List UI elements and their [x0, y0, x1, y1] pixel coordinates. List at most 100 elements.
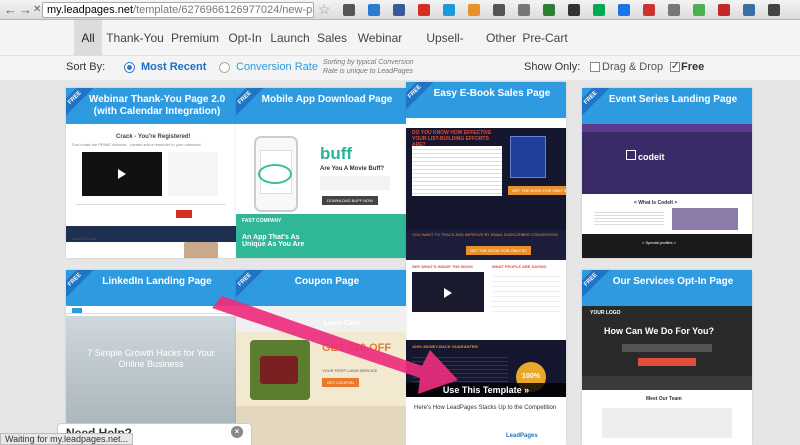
extension-icon[interactable]: [368, 4, 380, 16]
tab-thank-you[interactable]: Thank-You: [104, 20, 166, 56]
conversion-rate-radio[interactable]: [219, 62, 230, 73]
extension-icon[interactable]: [743, 4, 755, 16]
thumb-text: Lawn Care: [324, 320, 360, 327]
tab-opt-in[interactable]: Opt-In: [224, 20, 266, 56]
browser-toolbar: ← → ✕ my.leadpages.net/template/62769661…: [0, 0, 800, 20]
url-path: /template/6276966126977024/new-page/: [133, 4, 314, 16]
template-card[interactable]: Webinar Thank-You Page 2.0 (with Calenda…: [66, 88, 236, 258]
testimonials: [492, 272, 560, 312]
extension-icon[interactable]: [668, 4, 680, 16]
tab-all[interactable]: All: [74, 20, 102, 56]
extension-icon[interactable]: [643, 4, 655, 16]
extension-icon[interactable]: [468, 4, 480, 16]
template-card-title: Mobile App Download Page: [236, 88, 406, 124]
show-only-label: Show Only:: [524, 61, 581, 73]
template-card[interactable]: Our Services Opt-In Page FREE YOUR LOGO How…: [582, 270, 752, 445]
extension-icon[interactable]: [518, 4, 530, 16]
buff-ring: [258, 164, 292, 184]
extension-icon[interactable]: [343, 4, 355, 16]
close-help-icon[interactable]: ×: [231, 426, 243, 438]
calendar-box: [168, 152, 218, 196]
free-checkbox[interactable]: ✓: [670, 62, 680, 72]
extension-icon[interactable]: [693, 4, 705, 16]
preview-caption: Here's How LeadPages Stacks Up to the Co…: [414, 405, 557, 411]
free-label[interactable]: Free: [681, 61, 704, 73]
template-card[interactable]: Event Series Landing Page FREE codeit < Wha…: [582, 88, 752, 258]
template-card[interactable]: Coupon Page FREE Lawn Care GET $20 OFF YOUR …: [236, 270, 406, 445]
most-recent-option[interactable]: Most Recent: [141, 61, 206, 73]
thumb-text: SEE WHAT'S INSIDE THE BOOK: [412, 264, 474, 269]
tab-webinar[interactable]: Webinar: [352, 20, 408, 56]
template-card-title: LinkedIn Landing Page: [66, 270, 236, 306]
extension-icon[interactable]: [618, 4, 630, 16]
conversion-rate-option[interactable]: Conversion Rate: [236, 61, 318, 73]
extension-icon[interactable]: [393, 4, 405, 16]
category-filter-bar: All Thank-You Premium Opt-In Launch Sales Webi…: [0, 20, 800, 81]
thumb-text: GET COUPON: [322, 378, 359, 387]
thumb-text: Meet the host:: [72, 236, 98, 241]
extension-icon[interactable]: [493, 4, 505, 16]
code-logo: [626, 150, 636, 160]
calendar-button: [176, 210, 192, 218]
bookmark-star-icon[interactable]: ☆: [318, 1, 331, 18]
thumb-text: 100% MONEY-BACK GUARANTEE!: [412, 344, 479, 349]
top-strip: [406, 118, 566, 128]
thumb-text: < What Is CodeIt >: [634, 200, 678, 206]
tab-launch[interactable]: Launch: [268, 20, 312, 56]
template-card-title: Our Services Opt-In Page: [582, 270, 752, 306]
drag-drop-label[interactable]: Drag & Drop: [602, 61, 663, 73]
play-icon: [444, 288, 452, 298]
linkedin-header: [66, 306, 236, 314]
play-icon: [118, 169, 126, 179]
about-photo: [672, 208, 738, 230]
stop-loading-icon[interactable]: ✕: [33, 1, 41, 18]
use-this-template-button[interactable]: Use This Template »: [406, 383, 566, 397]
drag-drop-checkbox[interactable]: [590, 62, 600, 72]
thumb-text: FAST COMPANY: [242, 218, 282, 224]
special-band: [582, 234, 752, 258]
thumb-text: Are You A Movie Buff?: [320, 166, 385, 172]
tab-other[interactable]: Other: [482, 20, 520, 56]
thumb-text: GET $20 OFF: [322, 342, 392, 354]
thumb-text: codeit: [638, 152, 665, 162]
thumb-text: YOU WANT TO TRACK AND IMPROVE BY EMAIL S…: [412, 232, 558, 237]
thumb-text: YOUR FIRST LAWN SERVICE: [322, 368, 378, 373]
team-row: [602, 408, 732, 438]
tab-upsell-bonus[interactable]: Upsell-Bonus: [410, 20, 480, 81]
thumb-text: WHAT PEOPLE ARE SAYING: [492, 264, 547, 269]
thumb-text: Crack - You're Registered!: [116, 134, 191, 140]
template-thumbnail: buff Are You A Movie Buff? DOWNLOAD BUFF N…: [236, 124, 406, 258]
thumb-text: GET THE BOOK FOR ONLY $7: [508, 186, 566, 195]
template-card[interactable]: LinkedIn Landing Page FREE 7 Simple Growth…: [66, 270, 236, 445]
thumb-text: How Can We Do For You?: [604, 326, 714, 336]
extension-icon[interactable]: [718, 4, 730, 16]
tab-premium[interactable]: Premium: [168, 20, 222, 56]
address-bar[interactable]: my.leadpages.net/template/62769661269770…: [42, 2, 314, 18]
back-arrow-icon[interactable]: ←: [4, 1, 17, 18]
host-photo: [184, 242, 218, 258]
tab-pre-cart[interactable]: Pre-Cart: [522, 20, 568, 56]
extension-icon[interactable]: [568, 4, 580, 16]
most-recent-radio[interactable]: [124, 62, 135, 73]
template-card[interactable]: Mobile App Download Page FREE buff Are You …: [236, 88, 406, 258]
preview-brand: LeadPages: [506, 433, 538, 439]
forward-arrow-icon[interactable]: →: [19, 1, 32, 18]
hero-button: [638, 358, 696, 366]
extension-icon[interactable]: [418, 4, 430, 16]
template-card-title: Event Series Landing Page: [582, 88, 752, 124]
sort-note: Sorting by typical Conversion Rate is un…: [323, 59, 414, 75]
coupon-header: [236, 306, 406, 332]
tab-sales[interactable]: Sales: [314, 20, 350, 56]
sort-bar: Sort By: Most Recent Conversion Rate Sor…: [0, 56, 800, 80]
extension-icon[interactable]: [768, 4, 780, 16]
logos-strip: [582, 376, 752, 390]
template-card-title: Easy E-Book Sales Page: [406, 82, 566, 118]
mower: [260, 356, 298, 384]
extension-icon[interactable]: [593, 4, 605, 16]
ebook-cover: [510, 136, 546, 178]
extension-icon[interactable]: [443, 4, 455, 16]
extension-icon[interactable]: [543, 4, 555, 16]
thumb-text: buff: [320, 144, 353, 163]
logo: [72, 308, 82, 313]
thumb-text: YOUR LOGO: [590, 310, 621, 316]
